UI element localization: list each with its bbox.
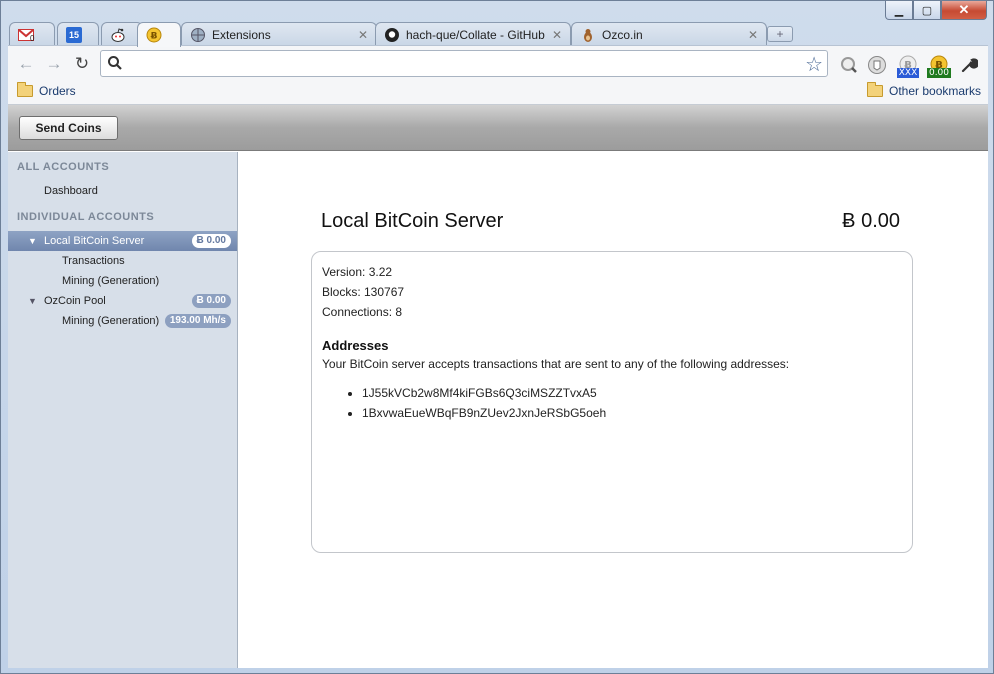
accounts-sidebar: ALL ACCOUNTS Dashboard INDIVIDUAL ACCOUN… [8,152,238,668]
sidebar-item-label: Mining (Generation) [62,315,160,327]
addresses-heading: Addresses [322,338,389,353]
tab-calendar[interactable]: 15 [57,22,99,46]
github-icon [384,27,400,43]
reload-button[interactable]: ↻ [72,54,92,74]
send-coins-button[interactable]: Send Coins [19,116,118,140]
bookmark-orders[interactable]: Orders [17,82,76,98]
extension-badge: XXX [896,68,920,78]
page-title: Local BitCoin Server [321,210,504,232]
tab-github[interactable]: hach-que/Collate - GitHub ✕ [375,22,571,46]
balance-badge: Ƀ 0.00 [191,294,231,308]
bitcoin-balance-icon[interactable]: Ƀ 0.00 [926,53,952,78]
server-balance: Ƀ 0.00 [842,210,900,232]
sidebar-item-label: Mining (Generation) [62,275,160,287]
individual-accounts-header: INDIVIDUAL ACCOUNTS [17,211,155,223]
tab-bitcoin-active[interactable]: Ƀ [137,22,181,47]
other-bookmarks[interactable]: Other bookmarks [867,82,982,98]
bitcoin-icon: Ƀ [146,27,162,43]
tab-gmail[interactable]: 0 [9,22,55,46]
puzzle-globe-icon [190,27,206,43]
folder-icon [867,82,883,97]
bookmark-label: Orders [39,84,76,98]
send-coins-label: Send Coins [35,121,102,135]
shield-icon[interactable] [866,53,888,77]
tab-strip: 0 15 Ƀ Extensions ✕ hach-que/Collate - G… [9,19,793,47]
folder-icon [17,82,33,97]
maximize-button[interactable]: ▢ [913,1,941,20]
addresses-description: Your BitCoin server accepts transactions… [322,357,790,371]
reddit-icon [110,27,126,43]
close-tab-icon[interactable]: ✕ [748,28,758,42]
close-window-button[interactable]: ✕ [941,1,987,20]
balance-badge: Ƀ 0.00 [191,234,231,248]
close-tab-icon[interactable]: ✕ [358,28,368,42]
bookmarks-bar: Orders Other bookmarks [8,81,988,105]
blocks-text: Blocks: 130767 [322,285,405,299]
ozcoin-icon [580,27,596,43]
tab-label: hach-que/Collate - GitHub [406,27,545,42]
tab-ozcoin[interactable]: Ozco.in ✕ [571,22,767,46]
browser-toolbar: ← → ↻ ☆ Ƀ XXX Ƀ 0.00 [8,45,988,81]
other-bookmarks-label: Other bookmarks [889,84,982,98]
main-panel: Local BitCoin Server Ƀ 0.00 Version: 3.2… [239,152,988,668]
sidebar-item-label: Transactions [62,255,125,267]
address-bar[interactable]: ☆ [100,50,828,77]
server-info-panel: Version: 3.22 Blocks: 130767 Connections… [311,251,913,553]
sidebar-item-local-bitcoin-server[interactable]: ▼ Local BitCoin Server Ƀ 0.00 [8,231,237,251]
sidebar-item-label: Dashboard [44,185,98,197]
address-input[interactable] [129,55,799,73]
reload-icon: ↻ [74,54,90,73]
window-controls: ▁ ▢ ✕ [885,1,987,21]
expand-triangle-icon[interactable]: ▼ [28,296,38,306]
minimize-button[interactable]: ▁ [885,1,913,20]
all-accounts-header: ALL ACCOUNTS [17,161,110,173]
sidebar-item-label: OzCoin Pool [44,295,106,307]
bookmark-star-icon[interactable]: ☆ [805,52,823,77]
app-toolbar: Send Coins [8,105,988,151]
calendar-icon: 15 [66,26,82,43]
sidebar-item-label: Local BitCoin Server [44,235,145,247]
browser-window: ▁ ▢ ✕ 0 15 Ƀ Extensions ✕ hach-que/Colla… [0,0,994,674]
magnifier-icon[interactable] [838,53,860,77]
hashrate-badge: 193.00 Mh/s [164,314,231,328]
tab-label: Extensions [212,27,271,42]
gmail-count: 0 [30,34,35,43]
new-tab-button[interactable]: + [767,26,793,42]
back-arrow-icon: ← [17,54,35,73]
wrench-icon[interactable] [958,53,980,77]
forward-arrow-icon: → [45,54,63,73]
search-icon [107,55,123,71]
tab-extensions[interactable]: Extensions ✕ [181,22,377,46]
page-viewport: Send Coins ALL ACCOUNTS Dashboard INDIVI… [8,105,988,668]
address-list: 1J55kVCb2w8Mf4kiFGBs6Q3ciMSZZTvxA5 1Bxvw… [322,385,902,425]
sidebar-item-mining-local[interactable]: Mining (Generation) [8,271,237,291]
address-item: 1J55kVCb2w8Mf4kiFGBs6Q3ciMSZZTvxA5 [362,385,902,405]
sidebar-item-mining-ozcoin[interactable]: Mining (Generation) 193.00 Mh/s [8,311,237,331]
expand-triangle-icon[interactable]: ▼ [28,236,38,246]
bitcoin-xxx-icon[interactable]: Ƀ XXX [896,53,920,78]
sidebar-item-dashboard[interactable]: Dashboard [8,181,237,201]
svg-text:Ƀ: Ƀ [151,32,158,42]
forward-button[interactable]: → [44,54,64,74]
tab-label: Ozco.in [602,27,643,42]
address-item: 1BxvwaEueWBqFB9nZUev2JxnJeRSbG5oeh [362,405,902,425]
sidebar-item-ozcoin-pool[interactable]: ▼ OzCoin Pool Ƀ 0.00 [8,291,237,311]
close-tab-icon[interactable]: ✕ [552,28,562,42]
back-button[interactable]: ← [16,54,36,74]
plus-icon: + [776,27,784,41]
extension-badge: 0.00 [926,68,952,78]
connections-text: Connections: 8 [322,305,403,319]
sidebar-item-transactions[interactable]: Transactions [8,251,237,271]
version-text: Version: 3.22 [322,265,393,279]
